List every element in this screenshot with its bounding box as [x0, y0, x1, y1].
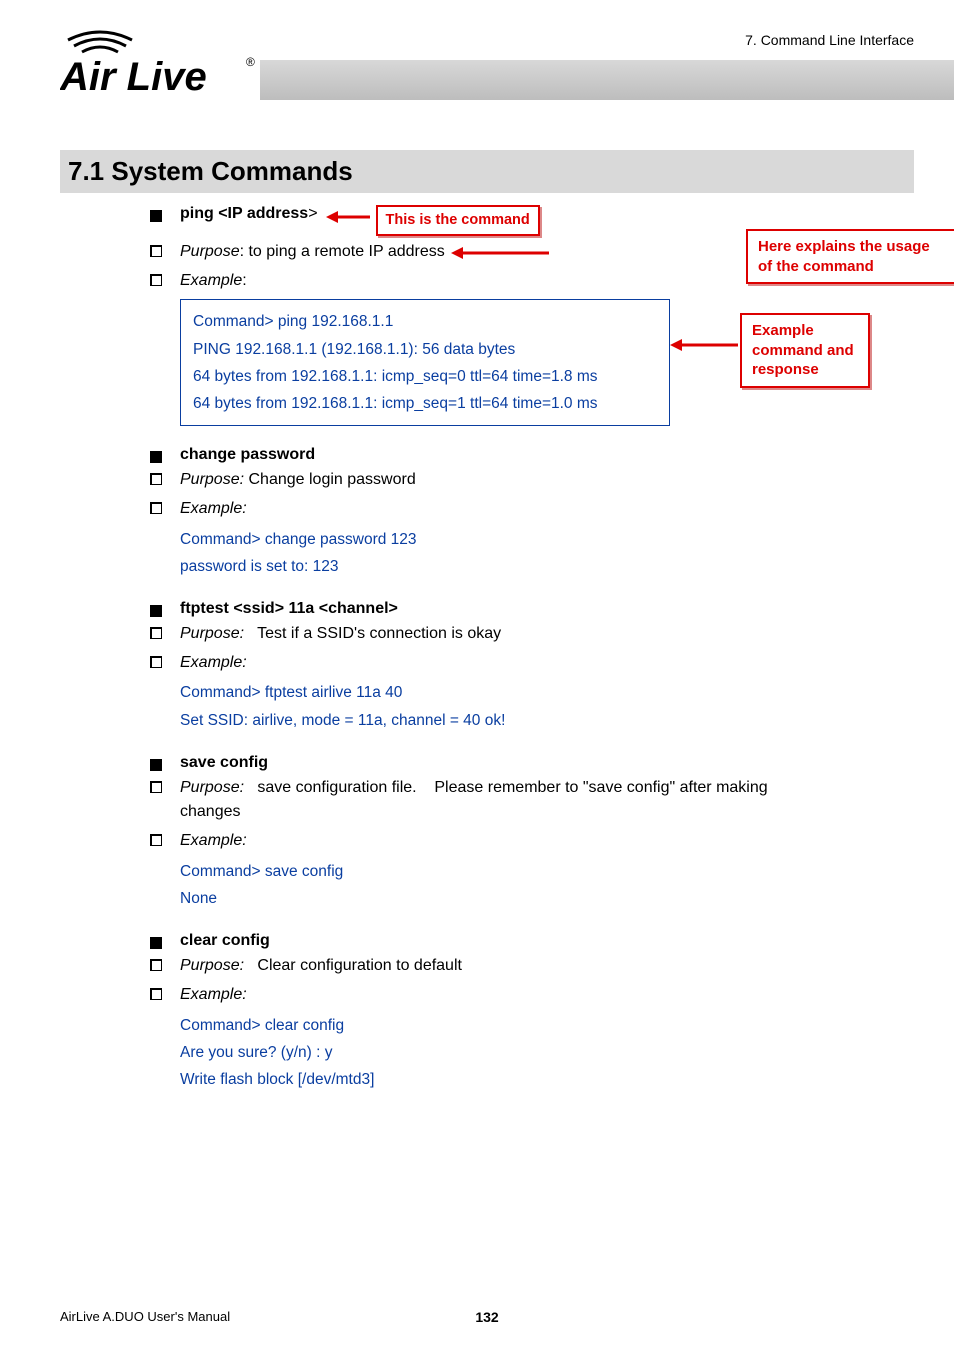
logo: Air Live ® — [60, 18, 260, 98]
clearconfig-purpose: Purpose: Clear configuration to default — [180, 954, 462, 979]
purpose-label: Purpose: — [180, 625, 244, 642]
code-line: 64 bytes from 192.168.1.1: icmp_seq=0 tt… — [193, 363, 657, 390]
code-line: Command> ping 192.168.1.1 — [193, 308, 657, 335]
example-label: Example: — [180, 651, 247, 676]
code-line: Command> save config — [180, 858, 914, 885]
example-label: Example: — [180, 497, 247, 522]
bullet-icon — [150, 959, 162, 971]
code-line: PING 192.168.1.1 (192.168.1.1): 56 data … — [193, 336, 657, 363]
code-line: password is set to: 123 — [180, 553, 914, 580]
callout-usage-l2: of the command — [758, 257, 952, 277]
bullet-icon — [150, 781, 162, 793]
bullet-icon — [150, 937, 162, 949]
callout-usage-l1: Here explains the usage — [758, 237, 952, 257]
purpose-label: Purpose: — [180, 957, 244, 974]
example-label: Example — [180, 272, 242, 289]
bullet-icon — [150, 988, 162, 1000]
callout-usage: Here explains the usage of the command — [746, 229, 954, 284]
header-bar — [260, 60, 954, 100]
section-title: 7.1 System Commands — [60, 150, 914, 193]
cmd-ping-pre: ping <IP address — [180, 205, 308, 222]
bullet-icon — [150, 656, 162, 668]
bullet-icon — [150, 502, 162, 514]
code-line: None — [180, 885, 914, 912]
purpose-text: Change login password — [244, 471, 416, 488]
page-number: 132 — [475, 1309, 498, 1325]
callout-example-l3: response — [752, 360, 858, 380]
ping-example-label: Example: — [180, 269, 247, 294]
callout-example: Example command and response — [740, 313, 870, 388]
bullet-icon — [150, 274, 162, 286]
arrow-left-icon — [670, 337, 740, 353]
purpose-label: Purpose: — [180, 471, 244, 488]
ftptest-purpose: Purpose: Test if a SSID's connection is … — [180, 622, 501, 647]
cmd-ftptest-title: ftptest <ssid> 11a <channel> — [180, 600, 398, 618]
changepw-purpose: Purpose: Change login password — [180, 468, 416, 493]
example-colon: : — [242, 272, 246, 289]
code-line: Command> clear config — [180, 1012, 914, 1039]
purpose-text: Clear configuration to default — [244, 957, 462, 974]
ping-purpose: Purpose: to ping a remote IP address — [180, 240, 445, 265]
code-line: Command> ftptest airlive 11a 40 — [180, 679, 914, 706]
cmd-changepw-title: change password — [180, 446, 315, 464]
callout-this-is-command: This is the command — [376, 205, 540, 236]
code-line: 64 bytes from 192.168.1.1: icmp_seq=1 tt… — [193, 390, 657, 417]
purpose-label: Purpose — [180, 243, 240, 260]
svg-text:Air Live: Air Live — [60, 55, 207, 98]
callout-example-l1: Example — [752, 321, 858, 341]
bullet-icon — [150, 473, 162, 485]
purpose-text: : to ping a remote IP address — [240, 243, 445, 260]
cmd-clearconfig-title: clear config — [180, 932, 270, 950]
arrow-left-icon — [451, 246, 551, 260]
cmd-ping-post: > — [308, 205, 317, 222]
ping-code-box: Command> ping 192.168.1.1 PING 192.168.1… — [180, 299, 670, 426]
bullet-icon — [150, 834, 162, 846]
cmd-ping-title: ping <IP address> — [180, 205, 318, 223]
code-line: Command> change password 123 — [180, 526, 914, 553]
bullet-icon — [150, 627, 162, 639]
chapter-label: 7. Command Line Interface — [745, 32, 914, 48]
bullet-icon — [150, 605, 162, 617]
purpose-label: Purpose: — [180, 779, 244, 796]
code-line: Write flash block [/dev/mtd3] — [180, 1066, 914, 1093]
purpose-text: Test if a SSID's connection is okay — [244, 625, 501, 642]
code-line: Are you sure? (y/n) : y — [180, 1039, 914, 1066]
footer-manual: AirLive A.DUO User's Manual — [60, 1309, 230, 1324]
cmd-saveconfig-title: save config — [180, 754, 268, 772]
bullet-icon — [150, 245, 162, 257]
example-label: Example: — [180, 983, 247, 1008]
arrow-left-icon — [326, 209, 372, 225]
purpose-text: save configuration file. Please remember… — [180, 779, 772, 821]
bullet-icon — [150, 451, 162, 463]
bullet-icon — [150, 759, 162, 771]
saveconfig-purpose: Purpose: save configuration file. Please… — [180, 776, 820, 826]
callout-example-l2: command and — [752, 341, 858, 361]
footer: AirLive A.DUO User's Manual 132 — [60, 1309, 914, 1324]
bullet-icon — [150, 210, 162, 222]
example-label: Example: — [180, 829, 247, 854]
code-line: Set SSID: airlive, mode = 11a, channel =… — [180, 707, 914, 734]
svg-text:®: ® — [246, 55, 255, 69]
